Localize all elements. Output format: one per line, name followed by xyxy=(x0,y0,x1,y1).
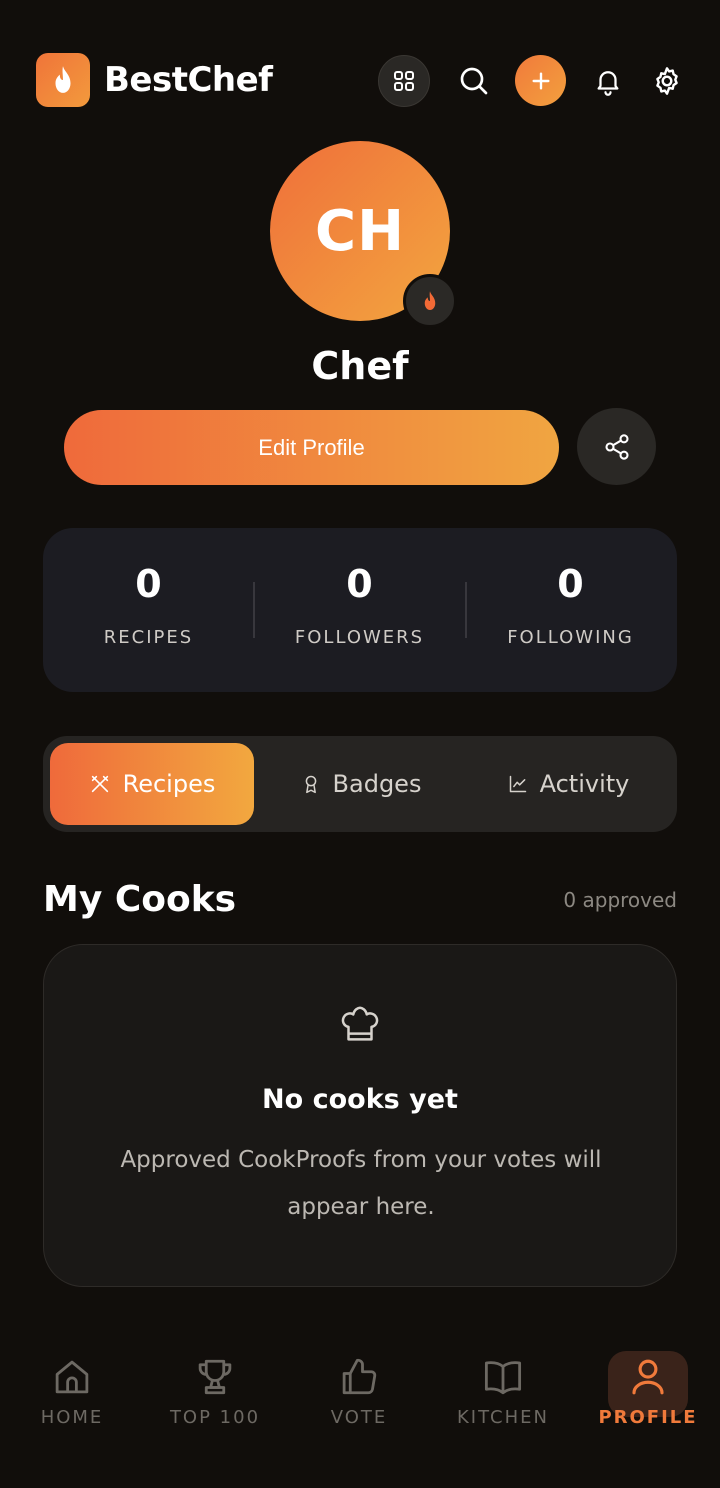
edit-profile-button[interactable]: Edit Profile xyxy=(64,410,559,485)
search-icon xyxy=(460,67,488,95)
book-icon xyxy=(484,1361,522,1395)
stat-label: FOLLOWERS xyxy=(294,627,425,648)
stat-label: FOLLOWING xyxy=(507,627,634,648)
bell-icon xyxy=(597,71,619,96)
chart-icon xyxy=(509,775,526,793)
flame-logo-icon[interactable] xyxy=(36,53,90,107)
chef-hat-icon xyxy=(341,1006,379,1041)
tab-activity[interactable]: Activity xyxy=(467,743,670,825)
tab-label: Activity xyxy=(539,770,630,798)
stat-recipes[interactable]: 0 RECIPES xyxy=(43,528,254,692)
add-button[interactable] xyxy=(515,55,566,106)
app-header: BestChef xyxy=(0,0,720,160)
stat-value: 0 xyxy=(346,562,373,606)
empty-state-description: Approved CookProofs from your votes will… xyxy=(120,1147,602,1220)
thumbs-up-icon xyxy=(342,1358,377,1395)
search-button[interactable] xyxy=(448,55,500,107)
share-icon xyxy=(604,433,629,460)
nav-vote[interactable]: VOTE xyxy=(289,1352,429,1440)
tab-label: Recipes xyxy=(122,770,216,798)
empty-state-title: No cooks yet xyxy=(262,1084,458,1115)
nav-profile[interactable]: PROFILE xyxy=(578,1352,718,1440)
grid-button[interactable] xyxy=(378,55,430,107)
tab-recipes[interactable]: Recipes xyxy=(50,743,254,825)
stat-followers[interactable]: 0 FOLLOWERS xyxy=(254,528,465,692)
empty-state-card: No cooks yet Approved CookProofs from yo… xyxy=(43,944,677,1287)
profile-name: Chef xyxy=(311,344,409,388)
notifications-button[interactable] xyxy=(582,55,634,107)
nav-kitchen[interactable]: KITCHEN xyxy=(433,1352,573,1440)
avatar-initials: CH xyxy=(315,198,405,264)
avatar-badge xyxy=(403,274,457,328)
nav-home[interactable]: HOME xyxy=(2,1352,142,1440)
share-button[interactable] xyxy=(577,408,656,485)
settings-button[interactable] xyxy=(641,55,693,107)
plus-icon xyxy=(531,71,550,90)
section-title: My Cooks xyxy=(43,879,237,920)
nav-label: HOME xyxy=(40,1407,104,1428)
stat-following[interactable]: 0 FOLLOWING xyxy=(465,528,676,692)
tab-label: Badges xyxy=(332,770,422,798)
nav-label: TOP 100 xyxy=(169,1407,261,1428)
stat-value: 0 xyxy=(135,562,162,606)
stat-label: RECIPES xyxy=(103,627,194,648)
stats-card: 0 RECIPES 0 FOLLOWERS 0 FOLLOWING xyxy=(43,528,677,692)
award-icon xyxy=(305,775,316,794)
app-name: BestChef xyxy=(104,60,273,100)
grid-icon xyxy=(394,71,414,91)
trophy-icon xyxy=(198,1359,232,1395)
bottom-nav: HOME TOP 100 VOTE KITCHEN PROFILE xyxy=(0,1340,720,1488)
nav-label: VOTE xyxy=(330,1407,388,1428)
flame-icon xyxy=(424,291,436,310)
nav-label: KITCHEN xyxy=(457,1407,549,1428)
utensils-icon xyxy=(91,775,108,793)
home-icon xyxy=(55,1360,89,1394)
stat-value: 0 xyxy=(557,562,584,606)
gear-icon xyxy=(656,67,678,95)
profile-tabs: Recipes Badges Activity xyxy=(43,736,677,832)
nav-top-100[interactable]: TOP 100 xyxy=(145,1352,285,1440)
nav-label: PROFILE xyxy=(598,1407,698,1428)
approved-count: 0 approved xyxy=(563,888,677,912)
user-icon xyxy=(632,1359,664,1395)
tab-badges[interactable]: Badges xyxy=(261,743,461,825)
